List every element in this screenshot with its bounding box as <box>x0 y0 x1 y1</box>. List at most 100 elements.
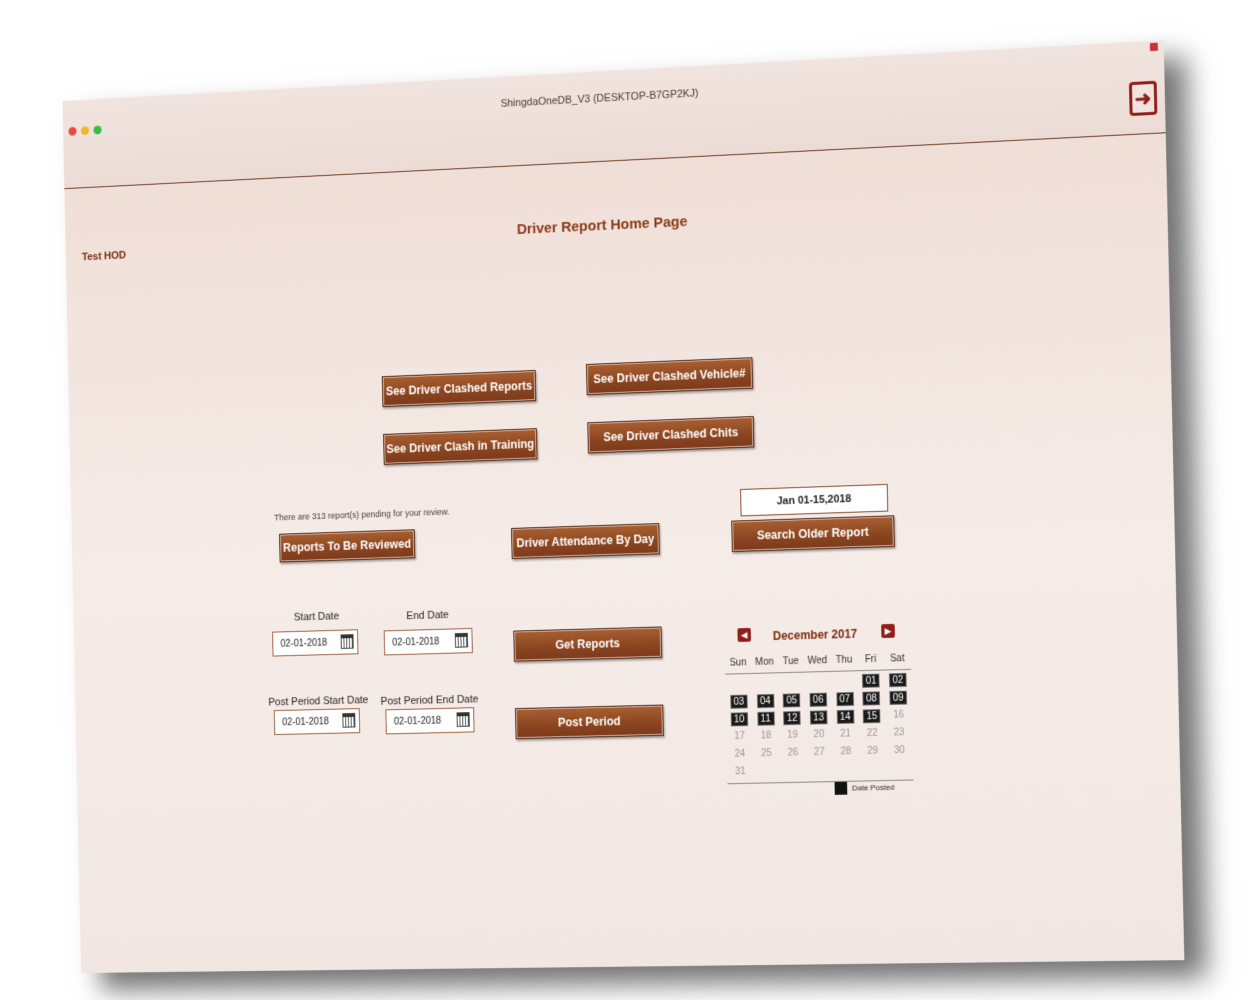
calendar-day-cell[interactable]: 27 <box>806 746 833 760</box>
calendar-day[interactable]: 18 <box>757 729 774 743</box>
calendar-day[interactable]: 10 <box>730 712 748 727</box>
calendar-day-cell[interactable]: 14 <box>832 709 859 724</box>
calendar-day-cell[interactable]: 11 <box>752 711 779 726</box>
older-report-range-field[interactable]: Jan 01-15,2018 <box>740 483 889 517</box>
calendar-day[interactable]: 19 <box>784 729 802 743</box>
see-driver-clashed-chits-button[interactable]: See Driver Clashed Chits <box>587 415 755 454</box>
legend-swatch <box>834 781 848 795</box>
calendar-day[interactable]: 01 <box>862 673 880 688</box>
see-driver-clashed-vehicle-button[interactable]: See Driver Clashed Vehicle# <box>586 357 754 396</box>
calendar-day[interactable]: 17 <box>731 730 748 744</box>
calendar-day[interactable]: 23 <box>890 726 908 740</box>
calendar-day-cell[interactable]: 19 <box>779 729 806 743</box>
calendar-day[interactable]: 31 <box>732 765 749 779</box>
calendar-icon[interactable] <box>454 632 469 648</box>
calendar-day-cell[interactable]: 18 <box>753 729 780 743</box>
calendar-day-cell <box>831 681 858 682</box>
end-date-field[interactable]: 02-01-2018 <box>383 627 473 656</box>
calendar-day[interactable]: 28 <box>837 745 855 759</box>
pending-reports-text: There are 313 report(s) pending for your… <box>274 506 450 523</box>
post-period-button[interactable]: Post Period <box>514 704 664 740</box>
calendar-weekday: Thu <box>835 654 853 666</box>
app-window: ShingdaOneDB_V3 (DESKTOP-B7GP2KJ) ➜ Test… <box>62 40 1185 974</box>
post-period-start-date-field[interactable]: 02-01-2018 <box>273 708 361 736</box>
see-driver-clashed-reports-button[interactable]: See Driver Clashed Reports <box>381 369 537 408</box>
calendar-day-cell[interactable]: 13 <box>805 710 832 725</box>
see-driver-clash-in-training-button[interactable]: See Driver Clash in Training <box>383 428 538 465</box>
calendar-day-cell[interactable]: 08 <box>858 691 885 706</box>
start-date-label: Start Date <box>293 610 340 624</box>
calendar-icon[interactable] <box>456 712 470 727</box>
calendar-day-cell[interactable]: 12 <box>779 711 806 726</box>
calendar-day-cell[interactable]: 22 <box>859 727 886 741</box>
calendar-day[interactable]: 21 <box>837 727 855 741</box>
calendar-prev-icon[interactable]: ◀ <box>737 627 752 642</box>
search-older-report-button[interactable]: Search Older Report <box>731 515 895 553</box>
calendar-day[interactable]: 27 <box>811 746 829 760</box>
calendar-day[interactable]: 12 <box>783 711 801 726</box>
calendar-day-cell[interactable]: 03 <box>726 694 753 709</box>
start-date-value: 02-01-2018 <box>280 637 328 650</box>
calendar-day[interactable]: 20 <box>810 728 828 742</box>
driver-attendance-by-day-button[interactable]: Driver Attendance By Day <box>511 523 660 559</box>
calendar-day-cell[interactable]: 15 <box>858 709 885 724</box>
calendar-icon[interactable] <box>342 712 356 728</box>
calendar-day-cell[interactable]: 17 <box>726 730 753 744</box>
window-title: ShingdaOneDB_V3 (DESKTOP-B7GP2KJ) <box>500 87 699 110</box>
calendar-day[interactable]: 05 <box>782 693 801 708</box>
calendar-day-cell <box>886 769 913 770</box>
calendar-day-cell[interactable]: 29 <box>859 745 886 759</box>
calendar-weekday: Sat <box>889 653 905 665</box>
exit-icon[interactable]: ➜ <box>1128 80 1158 117</box>
calendar-day-cell[interactable]: 05 <box>778 693 805 708</box>
get-reports-button[interactable]: Get Reports <box>513 626 663 662</box>
calendar-day-cell[interactable]: 20 <box>806 728 833 742</box>
calendar-next-icon[interactable]: ▶ <box>881 623 895 639</box>
calendar-day[interactable]: 09 <box>889 690 908 705</box>
calendar-day[interactable]: 15 <box>863 709 881 724</box>
post-period-end-date-field[interactable]: 02-01-2018 <box>385 707 475 735</box>
calendar-day-cell[interactable]: 07 <box>831 692 858 707</box>
calendar-day[interactable]: 06 <box>809 692 828 707</box>
calendar-day[interactable]: 11 <box>756 711 775 726</box>
page-title: Driver Report Home Page <box>516 213 688 238</box>
calendar-day-cell[interactable]: 04 <box>752 693 779 709</box>
calendar-weekday: Fri <box>864 653 877 666</box>
calendar-day[interactable]: 03 <box>730 694 748 709</box>
calendar-day-cell[interactable]: 25 <box>753 747 780 761</box>
calendar-day[interactable]: 14 <box>836 709 855 724</box>
calendar-day[interactable]: 30 <box>891 744 909 758</box>
calendar-month-title: December 2017 <box>772 626 858 643</box>
calendar-day-cell[interactable]: 31 <box>727 765 754 779</box>
calendar-day[interactable]: 04 <box>756 693 774 709</box>
calendar-day-cell[interactable]: 09 <box>885 690 912 705</box>
post-period-end-date-label: Post Period End Date <box>380 693 479 708</box>
reports-to-be-reviewed-button[interactable]: Reports To Be Reviewed <box>279 529 416 563</box>
calendar-day-cell[interactable]: 02 <box>884 672 911 688</box>
calendar-day-cell[interactable]: 28 <box>833 745 860 759</box>
calendar-day[interactable]: 07 <box>836 692 854 707</box>
calendar-day-cell[interactable]: 10 <box>726 712 753 727</box>
lock-icon <box>1149 42 1158 52</box>
calendar-day-cell <box>754 771 780 772</box>
calendar-day[interactable]: 16 <box>890 708 908 722</box>
calendar-day-cell[interactable]: 01 <box>858 673 885 688</box>
calendar-day-cell[interactable]: 23 <box>885 726 912 740</box>
calendar-day-cell[interactable]: 30 <box>886 744 913 758</box>
calendar-day[interactable]: 29 <box>864 745 882 759</box>
calendar-icon[interactable] <box>340 634 354 649</box>
calendar-day-cell[interactable]: 21 <box>832 727 859 741</box>
calendar-day-cell[interactable]: 26 <box>779 746 806 760</box>
start-date-field[interactable]: 02-01-2018 <box>272 629 359 657</box>
calendar-day[interactable]: 24 <box>731 748 748 762</box>
calendar-day[interactable]: 25 <box>758 747 775 761</box>
calendar-day[interactable]: 26 <box>784 746 802 760</box>
calendar-day[interactable]: 22 <box>863 727 881 741</box>
calendar-day-cell[interactable]: 06 <box>805 692 832 707</box>
calendar-day[interactable]: 02 <box>888 672 907 688</box>
calendar-day-cell <box>833 770 860 771</box>
calendar-day[interactable]: 13 <box>809 710 828 725</box>
calendar-day[interactable]: 08 <box>862 691 881 706</box>
calendar-day-cell[interactable]: 16 <box>885 708 912 722</box>
calendar-day-cell[interactable]: 24 <box>727 747 754 761</box>
